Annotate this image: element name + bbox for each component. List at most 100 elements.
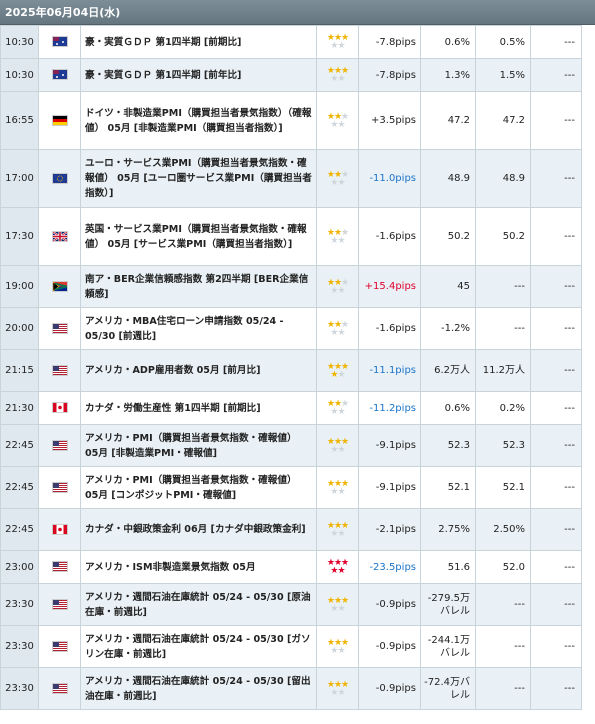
- event-row[interactable]: 21:30 カナダ・労働生産性 第1四半期 [前期比] ★★★ ★★ -11.2pips…: [0, 391, 582, 425]
- event-name[interactable]: 豪・実質ＧＤＰ 第1四半期 [前期比]: [80, 25, 317, 59]
- pips-cell: -11.0pips: [358, 149, 421, 208]
- event-row[interactable]: 16:55 ドイツ・非製造業PMI（購買担当者景気指数）（確報値） 05月 [非製…: [0, 91, 582, 150]
- event-row[interactable]: 22:45 アメリカ・PMI（購買担当者景気指数・確報値） 05月 [コンポジット…: [0, 466, 582, 509]
- forecast-value: ---: [475, 583, 531, 626]
- result-value: ---: [530, 391, 582, 425]
- forecast-value: 47.2: [475, 91, 531, 150]
- event-row[interactable]: 23:30 アメリカ・週間石油在庫統計 05/24 - 05/30 [留出油在庫・…: [0, 667, 582, 710]
- time-cell: 23:30: [0, 667, 39, 710]
- previous-value: -244.1万バレル: [420, 625, 476, 668]
- time-cell: 17:00: [0, 149, 39, 208]
- result-value: ---: [530, 149, 582, 208]
- time-cell: 20:00: [0, 307, 39, 350]
- usa-flag-icon: [38, 349, 81, 392]
- forecast-value: ---: [475, 265, 531, 308]
- pips-cell: -7.8pips: [358, 58, 421, 92]
- time-cell: 16:55: [0, 91, 39, 150]
- event-name[interactable]: カナダ・労働生産性 第1四半期 [前期比]: [80, 391, 317, 425]
- event-row[interactable]: 22:45 アメリカ・PMI（購買担当者景気指数・確報値） 05月 [非製造業PM…: [0, 424, 582, 467]
- forecast-value: 48.9: [475, 149, 531, 208]
- previous-value: 48.9: [420, 149, 476, 208]
- pips-cell: -0.9pips: [358, 583, 421, 626]
- event-name[interactable]: アメリカ・MBA住宅ローン申請指数 05/24 - 05/30 [前週比]: [80, 307, 317, 350]
- event-row[interactable]: 19:00 南ア・BER企業信頼感指数 第2四半期 [BER企業信頼感] ★★★ ★★…: [0, 265, 582, 308]
- importance-stars-icon: ★★★ ★★: [316, 91, 359, 150]
- event-name[interactable]: 豪・実質ＧＤＰ 第1四半期 [前年比]: [80, 58, 317, 92]
- time-cell: 19:00: [0, 265, 39, 308]
- event-name[interactable]: ドイツ・非製造業PMI（購買担当者景気指数）（確報値） 05月 [非製造業PMI…: [80, 91, 317, 150]
- event-name[interactable]: アメリカ・PMI（購買担当者景気指数・確報値） 05月 [コンポジットPMI・確…: [80, 466, 317, 509]
- date-header: 2025年06月04日(水): [0, 0, 595, 25]
- forecast-value: 2.50%: [475, 508, 531, 551]
- previous-value: 0.6%: [420, 25, 476, 59]
- previous-value: -279.5万バレル: [420, 583, 476, 626]
- importance-stars-icon: ★★★ ★★: [316, 508, 359, 551]
- event-name[interactable]: アメリカ・週間石油在庫統計 05/24 - 05/30 [原油在庫・前週比]: [80, 583, 317, 626]
- event-name[interactable]: アメリカ・ADP雇用者数 05月 [前月比]: [80, 349, 317, 392]
- result-value: ---: [530, 424, 582, 467]
- event-name[interactable]: ユーロ・サービス業PMI（購買担当者景気指数・確報値） 05月 [ユーロ圏サービ…: [80, 149, 317, 208]
- time-cell: 10:30: [0, 58, 39, 92]
- result-value: ---: [530, 625, 582, 668]
- forecast-value: ---: [475, 307, 531, 350]
- usa-flag-icon: [38, 583, 81, 626]
- previous-value: 52.1: [420, 466, 476, 509]
- event-name[interactable]: アメリカ・週間石油在庫統計 05/24 - 05/30 [留出油在庫・前週比]: [80, 667, 317, 710]
- result-value: ---: [530, 583, 582, 626]
- time-cell: 22:45: [0, 424, 39, 467]
- time-cell: 21:30: [0, 391, 39, 425]
- event-row[interactable]: 21:15 アメリカ・ADP雇用者数 05月 [前月比] ★★★ ★★ -11.1pip…: [0, 349, 582, 392]
- previous-value: -1.2%: [420, 307, 476, 350]
- usa-flag-icon: [38, 550, 81, 584]
- event-name[interactable]: 英国・サービス業PMI（購買担当者景気指数・確報値） 05月 [サービス業PMI…: [80, 207, 317, 266]
- importance-stars-icon: ★★★ ★★: [316, 58, 359, 92]
- pips-cell: +3.5pips: [358, 91, 421, 150]
- time-cell: 22:45: [0, 466, 39, 509]
- result-value: ---: [530, 307, 582, 350]
- forecast-value: 0.2%: [475, 391, 531, 425]
- previous-value: 47.2: [420, 91, 476, 150]
- event-row[interactable]: 17:30 英国・サービス業PMI（購買担当者景気指数・確報値） 05月 [サービ…: [0, 207, 582, 266]
- previous-value: 45: [420, 265, 476, 308]
- event-row[interactable]: 23:30 アメリカ・週間石油在庫統計 05/24 - 05/30 [原油在庫・前…: [0, 583, 582, 626]
- time-cell: 22:45: [0, 508, 39, 551]
- event-row[interactable]: 10:30 豪・実質ＧＤＰ 第1四半期 [前年比] ★★★ ★★ -7.8pips 1.3…: [0, 58, 582, 92]
- event-name[interactable]: アメリカ・ISM非製造業景気指数 05月: [80, 550, 317, 584]
- result-value: ---: [530, 91, 582, 150]
- event-row[interactable]: 17:00 ユーロ・サービス業PMI（購買担当者景気指数・確報値） 05月 [ユー…: [0, 149, 582, 208]
- usa-flag-icon: [38, 625, 81, 668]
- event-name[interactable]: 南ア・BER企業信頼感指数 第2四半期 [BER企業信頼感]: [80, 265, 317, 308]
- previous-value: 6.2万人: [420, 349, 476, 392]
- pips-cell: -9.1pips: [358, 466, 421, 509]
- event-name[interactable]: アメリカ・週間石油在庫統計 05/24 - 05/30 [ガソリン在庫・前週比]: [80, 625, 317, 668]
- south-africa-flag-icon: [38, 265, 81, 308]
- pips-cell: -7.8pips: [358, 25, 421, 59]
- pips-cell: -9.1pips: [358, 424, 421, 467]
- importance-stars-icon: ★★★ ★★: [316, 25, 359, 59]
- result-value: ---: [530, 25, 582, 59]
- event-row[interactable]: 23:00 アメリカ・ISM非製造業景気指数 05月 ★★★ ★★ -23.5pips 5…: [0, 550, 582, 584]
- event-row[interactable]: 23:30 アメリカ・週間石油在庫統計 05/24 - 05/30 [ガソリン在庫…: [0, 625, 582, 668]
- pips-cell: -11.2pips: [358, 391, 421, 425]
- forecast-value: ---: [475, 625, 531, 668]
- eu-flag-icon: [38, 149, 81, 208]
- event-name[interactable]: アメリカ・PMI（購買担当者景気指数・確報値） 05月 [非製造業PMI・確報値…: [80, 424, 317, 467]
- result-value: ---: [530, 466, 582, 509]
- usa-flag-icon: [38, 307, 81, 350]
- previous-value: 1.3%: [420, 58, 476, 92]
- result-value: ---: [530, 265, 582, 308]
- pips-cell: -1.6pips: [358, 307, 421, 350]
- importance-stars-icon: ★★★ ★★: [316, 550, 359, 584]
- event-row[interactable]: 10:30 豪・実質ＧＤＰ 第1四半期 [前期比] ★★★ ★★ -7.8pips 0.6…: [0, 25, 582, 59]
- australia-flag-icon: [38, 58, 81, 92]
- event-row[interactable]: 22:45 カナダ・中銀政策金利 06月 [カナダ中銀政策金利] ★★★ ★★ -2.1…: [0, 508, 582, 551]
- forecast-value: 52.0: [475, 550, 531, 584]
- pips-cell: -1.6pips: [358, 207, 421, 266]
- importance-stars-icon: ★★★ ★★: [316, 307, 359, 350]
- event-name[interactable]: カナダ・中銀政策金利 06月 [カナダ中銀政策金利]: [80, 508, 317, 551]
- importance-stars-icon: ★★★ ★★: [316, 265, 359, 308]
- event-row[interactable]: 20:00 アメリカ・MBA住宅ローン申請指数 05/24 - 05/30 [前週…: [0, 307, 582, 350]
- time-cell: 17:30: [0, 207, 39, 266]
- pips-cell: -23.5pips: [358, 550, 421, 584]
- previous-value: 51.6: [420, 550, 476, 584]
